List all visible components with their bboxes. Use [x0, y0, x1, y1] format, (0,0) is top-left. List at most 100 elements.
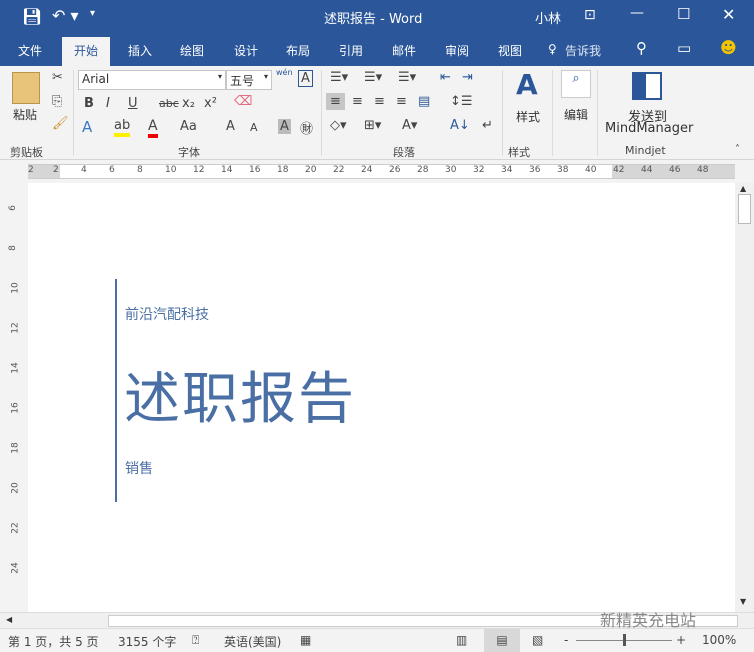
tab-home[interactable]: 开始: [62, 37, 111, 66]
user-name[interactable]: 小林: [535, 8, 561, 27]
font-name-select[interactable]: Arial ▾: [78, 70, 226, 90]
subscript-button[interactable]: x₂: [182, 96, 195, 111]
line-spacing-icon[interactable]: ↕☰: [450, 94, 473, 109]
vertical-ruler[interactable]: 6 8 10 12 14 16 18 20 22 24: [0, 183, 28, 612]
clear-formatting-icon[interactable]: ⌫: [234, 94, 252, 109]
ruler-tick-label: 16: [10, 402, 21, 414]
ruler-tick-label: 12: [10, 322, 21, 334]
mindjet-group-label: Mindjet: [625, 144, 666, 157]
zoom-level[interactable]: 100%: [702, 633, 736, 647]
horizontal-ruler[interactable]: 2 2 4 6 8 10 12 14 16 18 20 22 24 26 28 30 32 34 36 38 40 42 4…: [0, 160, 754, 183]
scroll-left-icon[interactable]: ◀: [6, 615, 12, 624]
document-title[interactable]: 述职报告: [124, 354, 356, 435]
character-shading-icon[interactable]: A: [278, 119, 291, 134]
macro-icon[interactable]: ▦: [300, 633, 311, 647]
shrink-font-button[interactable]: A: [250, 121, 258, 134]
paste-icon[interactable]: [12, 72, 40, 104]
status-bar: 第 1 页，共 5 页 3155 个字 ⍰ 英语(美国) ▦ ▥ ▤ ▧ - +…: [0, 628, 754, 652]
cut-icon[interactable]: ✂: [52, 70, 63, 85]
grow-font-button[interactable]: A: [226, 119, 235, 134]
zoom-in-button[interactable]: +: [676, 633, 686, 647]
tab-view[interactable]: 视图: [498, 42, 522, 59]
shading-icon[interactable]: ◇▾: [330, 118, 347, 133]
align-left-icon[interactable]: ≡: [326, 93, 345, 110]
font-size-select[interactable]: 五号 ▾: [226, 70, 272, 90]
sort-icon[interactable]: A↓: [450, 118, 470, 133]
change-case-button[interactable]: Aa: [180, 119, 197, 134]
decrease-indent-icon[interactable]: ⇤: [440, 70, 451, 85]
tab-references[interactable]: 引用: [339, 42, 363, 59]
styles-button[interactable]: 样式: [516, 108, 540, 125]
page-count[interactable]: 第 1 页，共 5 页: [8, 633, 99, 650]
smiley-icon[interactable]: ☻: [720, 38, 737, 57]
scroll-thumb[interactable]: [738, 194, 751, 224]
styles-icon[interactable]: A: [516, 68, 538, 101]
share-icon[interactable]: ⚲: [636, 39, 647, 57]
tab-draw[interactable]: 绘图: [180, 42, 204, 59]
mindmanager-icon[interactable]: [632, 72, 662, 100]
read-mode-icon[interactable]: ▥: [456, 633, 467, 647]
document-page[interactable]: 前沿汽配科技 述职报告 销售: [28, 183, 735, 612]
scroll-down-icon[interactable]: ▼: [740, 597, 746, 606]
tab-mailings[interactable]: 邮件: [392, 42, 416, 59]
tab-file[interactable]: 文件: [18, 42, 42, 59]
tab-layout[interactable]: 布局: [286, 42, 310, 59]
word-count[interactable]: 3155 个字: [118, 633, 176, 650]
align-right-icon[interactable]: ≡: [374, 94, 385, 109]
vertical-scrollbar[interactable]: ▲ ▼: [735, 183, 754, 612]
increase-indent-icon[interactable]: ⇥: [462, 70, 473, 85]
mindmanager-label[interactable]: MindManager: [605, 121, 693, 136]
underline-button[interactable]: U: [128, 96, 138, 111]
strikethrough-button[interactable]: abc: [159, 97, 179, 110]
title-bar: 💾︎ ↶ ▾ ▾ 述职报告 - Word 小林 ⊡ — ☐ ✕: [0, 0, 754, 34]
language[interactable]: 英语(美国): [224, 633, 281, 650]
highlight-icon[interactable]: ab: [114, 118, 131, 137]
multilevel-list-icon[interactable]: ☰▾: [398, 70, 416, 85]
comments-icon[interactable]: ▭: [677, 39, 691, 57]
ruler-tick-label: 4: [81, 165, 87, 175]
editing-button[interactable]: 编辑: [564, 106, 588, 123]
maximize-button[interactable]: ☐: [677, 5, 690, 23]
proofing-icon[interactable]: ⍰: [192, 633, 199, 648]
superscript-button[interactable]: x²: [204, 96, 217, 111]
save-icon[interactable]: 💾︎: [22, 7, 42, 26]
tell-me[interactable]: 告诉我: [565, 42, 601, 59]
copy-icon[interactable]: ⎘: [52, 94, 62, 109]
customize-toolbar-icon[interactable]: ▾: [90, 8, 95, 19]
web-layout-icon[interactable]: ▧: [532, 633, 543, 647]
ribbon-display-icon[interactable]: ⊡: [584, 7, 596, 23]
zoom-out-button[interactable]: -: [564, 633, 568, 647]
text-effects-icon[interactable]: A: [82, 118, 92, 136]
undo-icon[interactable]: ↶ ▾: [52, 6, 79, 25]
italic-button[interactable]: I: [106, 96, 110, 111]
close-button[interactable]: ✕: [722, 5, 735, 24]
scroll-up-icon[interactable]: ▲: [740, 184, 746, 193]
tab-insert[interactable]: 插入: [128, 42, 152, 59]
department[interactable]: 销售: [125, 458, 153, 478]
print-layout-icon[interactable]: ▤: [484, 629, 520, 652]
font-color-icon[interactable]: A: [148, 118, 158, 138]
company-name[interactable]: 前沿汽配科技: [125, 304, 209, 324]
align-center-icon[interactable]: ≡: [352, 94, 363, 109]
borders-icon[interactable]: ⊞▾: [364, 118, 381, 133]
horizontal-scrollbar[interactable]: ◀ 新精英充电站: [0, 611, 754, 630]
show-marks-icon[interactable]: ↵: [482, 118, 493, 133]
numbering-icon[interactable]: ☰▾: [364, 70, 382, 85]
justify-icon[interactable]: ≡: [396, 94, 407, 109]
phonetic-guide-icon[interactable]: wén: [276, 68, 293, 77]
distributed-icon[interactable]: ▤: [418, 94, 430, 109]
tab-review[interactable]: 审阅: [445, 42, 469, 59]
tab-design[interactable]: 设计: [234, 42, 258, 59]
bold-button[interactable]: B: [84, 96, 94, 111]
find-icon[interactable]: ⌕: [561, 70, 591, 98]
zoom-slider-thumb[interactable]: [623, 634, 626, 646]
enclose-characters-icon[interactable]: ㊖: [300, 118, 313, 137]
minimize-button[interactable]: —: [630, 5, 644, 21]
paste-button[interactable]: 粘贴: [13, 106, 37, 123]
character-border-icon[interactable]: A: [298, 70, 313, 87]
bullets-icon[interactable]: ☰▾: [330, 70, 348, 85]
collapse-ribbon-icon[interactable]: ˄: [735, 144, 740, 155]
tell-me-icon[interactable]: ♀︎: [548, 42, 557, 56]
asian-layout-icon[interactable]: A▾: [402, 118, 417, 133]
format-painter-icon[interactable]: 🖌︎: [52, 116, 69, 131]
